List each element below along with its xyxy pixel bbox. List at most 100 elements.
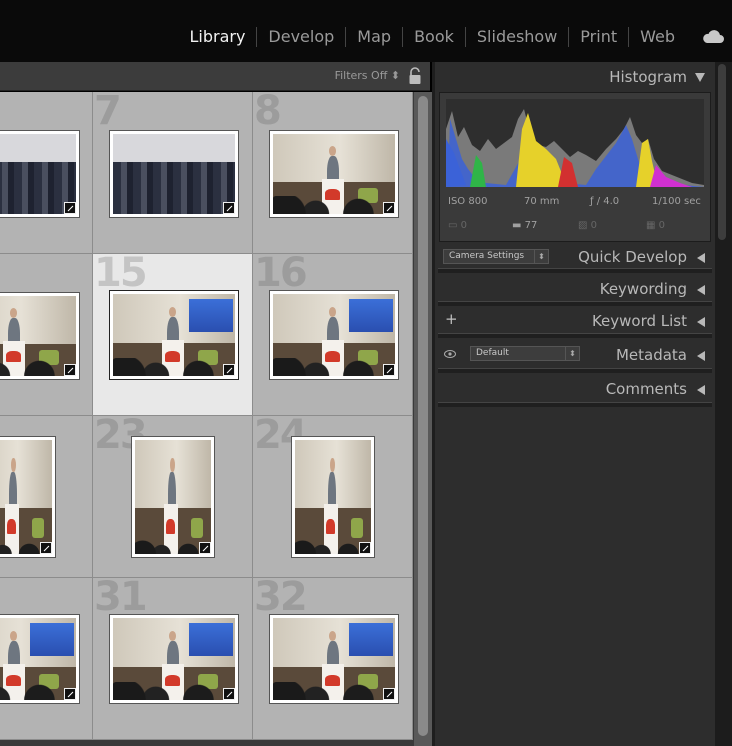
expand-triangle-icon [697,252,705,263]
module-web[interactable]: Web [629,26,686,48]
histogram-title: Histogram [609,68,687,86]
thumbnail-image [113,134,235,214]
quick-develop-preset-select[interactable]: Camera Settings ⬍ [443,249,549,264]
photo-thumbnail[interactable] [131,436,215,558]
grid-cell[interactable]: 31 [93,578,253,740]
section-divider [438,402,712,407]
grid-cell[interactable] [0,578,93,740]
edited-badge-icon[interactable] [64,202,76,214]
cell-index-number: 8 [254,92,282,134]
photo-thumbnail[interactable] [269,130,399,218]
thumbnail-image [295,440,371,554]
keywording-title: Keywording [599,280,687,298]
panel-scrollbar-thumb[interactable] [718,64,726,240]
thumbnail-image [273,294,395,376]
expand-triangle-icon [697,384,705,395]
grid-cell[interactable]: 8 [253,92,413,254]
aperture-value: ƒ / 4.0 [590,196,620,207]
eye-icon[interactable] [444,350,456,358]
keywording-header[interactable]: Keywording [600,280,705,298]
right-panel: Histogram ISO 800 70 mm ƒ / 4.0 1/100 se… [435,62,715,746]
grid-cell[interactable]: 7 [93,92,253,254]
select-arrows-icon: ⬍ [565,347,579,360]
photo-thumbnail[interactable] [0,130,80,218]
thumbnail-image [273,134,395,214]
copy-indicator: ▨ 0 [578,220,597,231]
thumbnail-image [113,618,235,700]
copy-count: 0 [590,220,598,231]
edited-badge-icon[interactable] [383,202,395,214]
module-develop[interactable]: Develop [257,26,345,48]
grid-cell[interactable]: 15 [93,254,253,416]
photo-thumbnail[interactable] [291,436,375,558]
histogram-graph [446,99,704,187]
thumbnail-grid: 7 8 15 16 23 24 31 32 [0,92,414,746]
expand-triangle-icon [697,350,705,361]
keyword-list-header[interactable]: Keyword List [592,312,705,330]
crop-count: 0 [460,220,468,231]
lock-icon[interactable] [408,67,422,85]
thumbnail-image [273,618,395,700]
photo-thumbnail[interactable] [269,290,399,380]
module-slideshow[interactable]: Slideshow [466,26,568,48]
module-print[interactable]: Print [569,26,628,48]
section-divider [438,333,712,338]
photo-thumbnail[interactable] [109,130,239,218]
edited-badge-icon[interactable] [223,688,235,700]
expand-triangle-icon [697,284,705,295]
grid-scrollbar[interactable] [414,92,432,746]
cloud-sync-icon[interactable] [702,28,724,44]
section-divider [438,301,712,306]
module-library[interactable]: Library [178,26,256,48]
photo-thumbnail[interactable] [0,614,80,704]
section-divider [438,268,712,273]
edited-badge-icon[interactable] [383,364,395,376]
module-map[interactable]: Map [346,26,402,48]
add-keyword-icon[interactable]: + [445,310,458,328]
grid-cell[interactable]: 23 [93,416,253,578]
expand-triangle-icon [697,316,705,327]
module-list: Library Develop Map Book Slideshow Print Web [178,26,686,48]
metadata-header[interactable]: Metadata [616,346,705,364]
collapse-triangle-icon [695,73,705,82]
quick-develop-title: Quick Develop [578,248,687,266]
stack-icon: ▦ [646,220,656,231]
grid-scrollbar-thumb[interactable] [418,96,428,736]
edited-badge-icon[interactable] [223,202,235,214]
histogram-header[interactable]: Histogram [609,68,705,86]
grid-cell[interactable]: 32 [253,578,413,740]
metadata-preset-select[interactable]: Default ⬍ [470,346,580,361]
photo-thumbnail[interactable] [109,614,239,704]
metadata-title: Metadata [615,346,687,364]
frame-count: 77 [524,220,538,231]
section-divider [438,368,712,373]
module-book[interactable]: Book [403,26,465,48]
photo-thumbnail[interactable] [0,292,80,380]
photo-thumbnail[interactable] [0,436,56,558]
crop-icon: ▭ [448,220,458,231]
comments-header[interactable]: Comments [606,380,705,398]
stack-count: 0 [658,220,666,231]
edited-badge-icon[interactable] [383,688,395,700]
quick-develop-header[interactable]: Quick Develop [578,248,705,266]
focal-length-value: 70 mm [524,196,560,207]
filters-dropdown[interactable]: Filters Off ⬍ [335,69,400,82]
edited-badge-icon[interactable] [40,542,52,554]
edited-badge-icon[interactable] [64,364,76,376]
grid-cell[interactable] [0,92,93,254]
grid-cell[interactable]: 24 [253,416,413,578]
photo-thumbnail[interactable] [109,290,239,380]
edited-badge-icon[interactable] [359,542,371,554]
photo-thumbnail[interactable] [269,614,399,704]
flag-indicator: ▬ 77 [512,220,537,231]
grid-cell[interactable] [0,254,93,416]
quick-develop-preset-label: Camera Settings [449,251,525,261]
grid-cell[interactable]: 16 [253,254,413,416]
module-picker-bar: Library Develop Map Book Slideshow Print Web [0,0,732,62]
crop-indicator: ▭ 0 [448,220,467,231]
edited-badge-icon[interactable] [64,688,76,700]
grid-cell[interactable] [0,416,93,578]
edited-badge-icon[interactable] [199,542,211,554]
histogram-display: ISO 800 70 mm ƒ / 4.0 1/100 sec ▭ 0 ▬ 77… [439,92,711,242]
edited-badge-icon[interactable] [223,364,235,376]
